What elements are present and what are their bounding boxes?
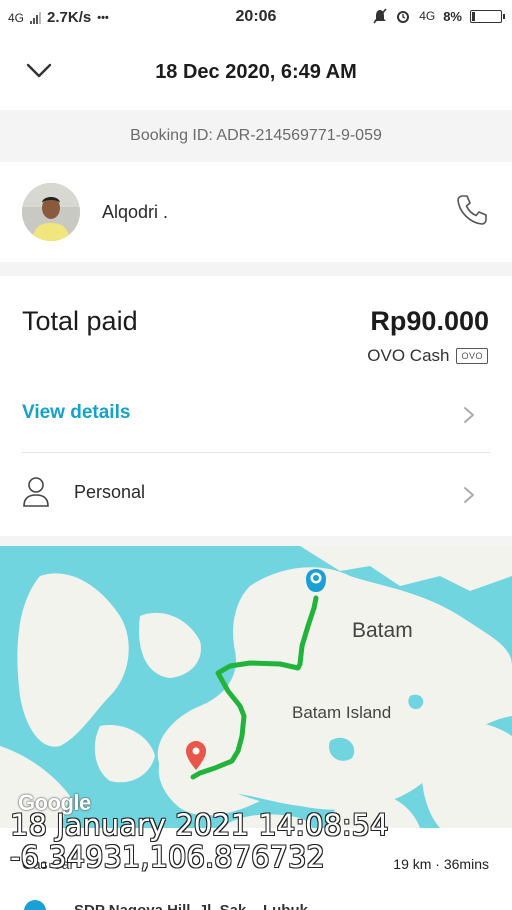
alarm-icon: [397, 11, 410, 23]
trip-header: 18 Dec 2020, 6:49 AM: [0, 34, 512, 110]
section-divider: [0, 536, 512, 546]
phone-icon: [457, 195, 487, 225]
chevron-right-icon[interactable]: [462, 406, 476, 424]
battery-icon: [470, 9, 505, 23]
status-right: 4G 8%: [373, 8, 505, 24]
map-island-label: Batam Island: [292, 703, 392, 722]
battery-percent: 8%: [443, 8, 462, 24]
chevron-right-icon[interactable]: [462, 486, 476, 504]
payment-method: OVO Cash OVO: [367, 346, 488, 366]
driver-row: Alqodri .: [0, 162, 512, 262]
driver-avatar: [22, 183, 80, 241]
section-divider: [0, 262, 512, 276]
coordinates-watermark: -6.34931,106.876732: [10, 840, 325, 874]
timestamp-watermark: 18 January 2021 14:08:54: [10, 808, 389, 842]
driver-name: Alqodri .: [102, 202, 169, 222]
pickup-dot-icon: [24, 900, 46, 910]
booking-id: Booking ID: ADR-214569771-9-059: [0, 110, 512, 162]
total-paid-label: Total paid: [22, 306, 138, 336]
mute-icon: [373, 8, 387, 24]
pickup-address: SDP Nagoya Hill, Jl. Sak... Lubuk...: [74, 902, 320, 910]
divider: [22, 452, 490, 453]
status-bar: 4G 2.7K/s ••• 20:06 4G 8%: [0, 0, 512, 34]
ovo-badge: OVO: [456, 348, 488, 364]
trip-distance-duration: 19 km · 36mins: [393, 856, 489, 872]
person-icon: [23, 477, 49, 507]
total-paid-amount: Rp90.000: [370, 306, 489, 336]
pickup-pin-icon: [306, 569, 326, 592]
map-city-label: Batam: [352, 619, 413, 642]
payment-method-label: OVO Cash: [367, 346, 450, 365]
call-driver-button[interactable]: [454, 192, 490, 228]
trip-category[interactable]: Personal: [74, 482, 145, 503]
page-title: 18 Dec 2020, 6:49 AM: [155, 61, 357, 83]
payment-card: Total paid Rp90.000 OVO Cash OVO View de…: [0, 276, 512, 536]
view-details-link[interactable]: View details: [22, 402, 130, 424]
network-type-right: 4G: [419, 9, 436, 23]
